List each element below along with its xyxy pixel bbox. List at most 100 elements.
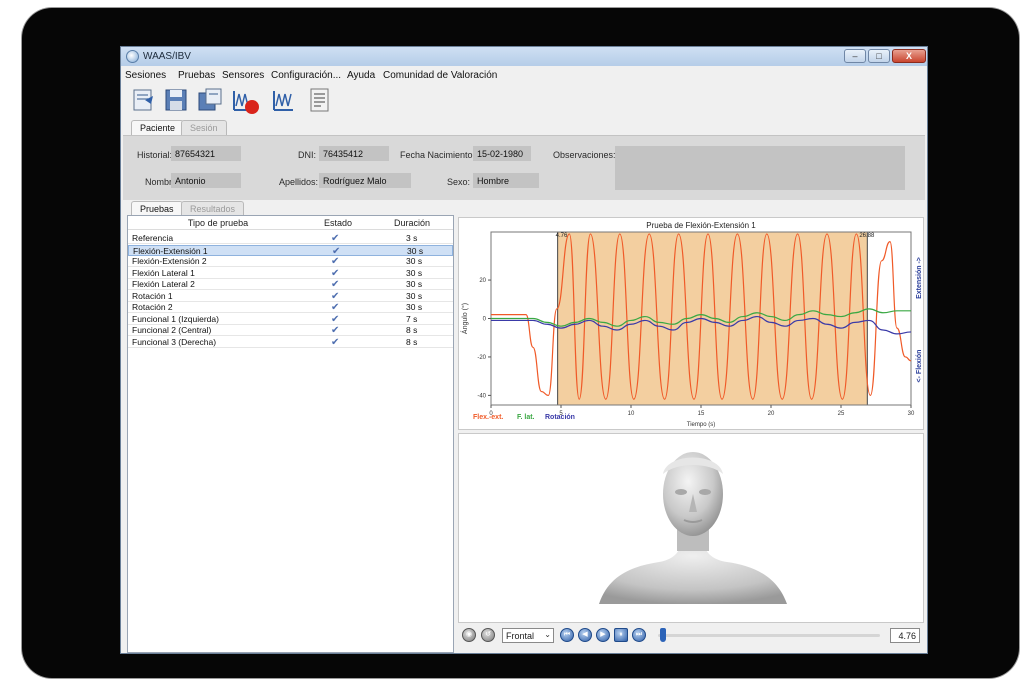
legend-entry: F. lat. [517,414,535,421]
save-icon[interactable] [163,86,189,114]
menu-configuracion[interactable]: Configuración... [271,70,341,81]
angle-chart: Prueba de Flexión-Extensión 14.76 26.880 5… [460,221,923,428]
chart-title: Prueba de Flexión-Extensión 1 [646,221,756,230]
table-row[interactable]: Referencia ✔ 3 s [128,233,453,244]
checkmark-icon: ✔ [331,302,340,313]
table-row[interactable]: Flexión Lateral 2 ✔ 30 s [128,279,453,290]
checkmark-icon: ✔ [331,325,340,336]
tab-paciente[interactable]: Paciente [131,120,185,135]
report-icon[interactable] [307,86,333,114]
view-select-value: Frontal [506,631,535,641]
app-logo-icon [126,50,139,63]
sexo-field[interactable]: Hombre [473,173,539,188]
highlight-end-label: 26.88 [859,233,875,239]
checkmark-icon: ✔ [331,233,340,244]
analysis-icon[interactable] [271,86,297,114]
table-row[interactable]: Funcional 1 (Izquierda) ✔ 7 s [128,314,453,325]
table-row[interactable]: Flexión Lateral 1 ✔ 30 s [128,268,453,279]
right-label-flexion: <- Flexión [916,350,923,383]
test-duration: 30 s [407,245,424,256]
nombre-field[interactable]: Antonio [171,173,241,188]
table-row[interactable]: Rotación 1 ✔ 30 s [128,291,453,302]
checkmark-icon: ✔ [331,313,340,325]
skip-end-icon[interactable]: ⏭ [632,628,646,642]
column-duracion[interactable]: Duración [382,218,442,228]
column-tipo[interactable]: Tipo de prueba [168,218,268,228]
test-name: Flexión Lateral 1 [132,267,195,278]
tab-resultados[interactable]: Resultados [181,201,245,216]
patient-info-panel: Historial: 87654321 DNI: 76435412 Fecha … [123,135,925,200]
birthdate-field[interactable]: 15-02-1980 [473,146,531,161]
test-name: Flexión-Extensión 2 [132,256,207,266]
observations-label: Observaciones: [553,150,616,160]
historial-field[interactable]: 87654321 [171,146,241,161]
table-row[interactable]: Flexión-Extensión 2 ✔ 30 s [128,256,453,267]
table-row[interactable]: Rotación 2 ✔ 30 s [128,302,453,313]
test-duration: 8 s [406,325,418,335]
column-estado[interactable]: Estado [308,218,368,228]
tests-table: Tipo de prueba Estado Duración Referenci… [127,215,454,653]
table-row[interactable]: Funcional 3 (Derecha) ✔ 8 s [128,337,453,348]
record-test-icon[interactable] [231,86,259,114]
checkmark-icon: ✔ [331,267,340,279]
dni-field[interactable]: 76435412 [319,146,389,161]
test-name: Referencia [132,233,174,243]
test-name: Funcional 1 (Izquierda) [132,313,219,324]
test-duration: 8 s [406,336,418,347]
time-slider-thumb[interactable] [659,628,666,642]
test-duration: 3 s [406,233,418,243]
dni-label: DNI: [298,150,316,160]
test-name: Funcional 2 (Central) [132,325,212,335]
window-title: WAAS/IBV [143,51,191,62]
x-tick-label: 30 [908,411,915,417]
test-duration: 30 s [406,279,423,289]
app-window: WAAS/IBV – □ X Sesiones Pruebas Sensores… [120,46,928,654]
test-duration: 30 s [406,256,423,266]
minimize-button[interactable]: – [844,49,866,63]
time-slider-track[interactable] [658,634,880,637]
tab-sesion[interactable]: Sesión [181,120,227,135]
checkmark-icon: ✔ [332,245,341,257]
menu-sesiones[interactable]: Sesiones [125,70,166,81]
legend-entry: Rotación [545,414,575,421]
table-row[interactable]: Flexión-Extensión 1 ✔ 30 s [128,244,453,257]
pause-icon[interactable]: ⏸ [614,628,628,642]
reset-view-icon[interactable]: ↺ [481,628,495,642]
sexo-label: Sexo: [447,177,471,187]
apellidos-field[interactable]: Rodríguez Malo [319,173,411,188]
step-back-icon[interactable]: ◀ [578,628,592,642]
y-tick-label: 0 [483,317,487,323]
menu-sensores[interactable]: Sensores [222,70,264,81]
checkmark-icon: ✔ [331,290,340,302]
observations-field[interactable] [615,146,905,190]
legend-entry: Flex.-ext. [473,414,503,421]
menu-bar: Sesiones Pruebas Sensores Configuración.… [121,67,927,82]
highlight-start-label: 4.76 [556,233,568,239]
x-tick-label: 15 [698,411,705,417]
menu-pruebas[interactable]: Pruebas [178,70,215,81]
menu-comunidad[interactable]: Comunidad de Valoración [383,70,497,81]
time-field[interactable]: 4.76 [890,628,920,643]
new-session-icon[interactable] [131,86,157,114]
title-bar: WAAS/IBV – □ X [121,47,927,66]
test-name: Rotación 1 [132,290,173,301]
right-label-extension: Extensión -> [916,257,923,299]
camera-icon[interactable]: ◉ [462,628,476,642]
skip-start-icon[interactable]: ⏮ [560,628,574,642]
x-tick-label: 25 [838,411,845,417]
y-tick-label: -40 [477,393,486,399]
test-name: Funcional 3 (Derecha) [132,336,217,347]
view-select[interactable]: Frontal ⌄ [502,628,554,643]
close-button[interactable]: X [892,49,926,63]
x-tick-label: 20 [768,411,775,417]
toolbar [121,83,927,119]
maximize-button[interactable]: □ [868,49,890,63]
menu-ayuda[interactable]: Ayuda [347,70,375,81]
play-icon[interactable]: ▶ [596,628,610,642]
table-row[interactable]: Funcional 2 (Central) ✔ 8 s [128,325,453,336]
tab-pruebas[interactable]: Pruebas [131,201,183,216]
3d-viewer [458,433,924,623]
export-icon[interactable] [197,86,223,114]
test-name: Flexión Lateral 2 [132,279,195,289]
y-tick-label: -20 [477,355,486,361]
